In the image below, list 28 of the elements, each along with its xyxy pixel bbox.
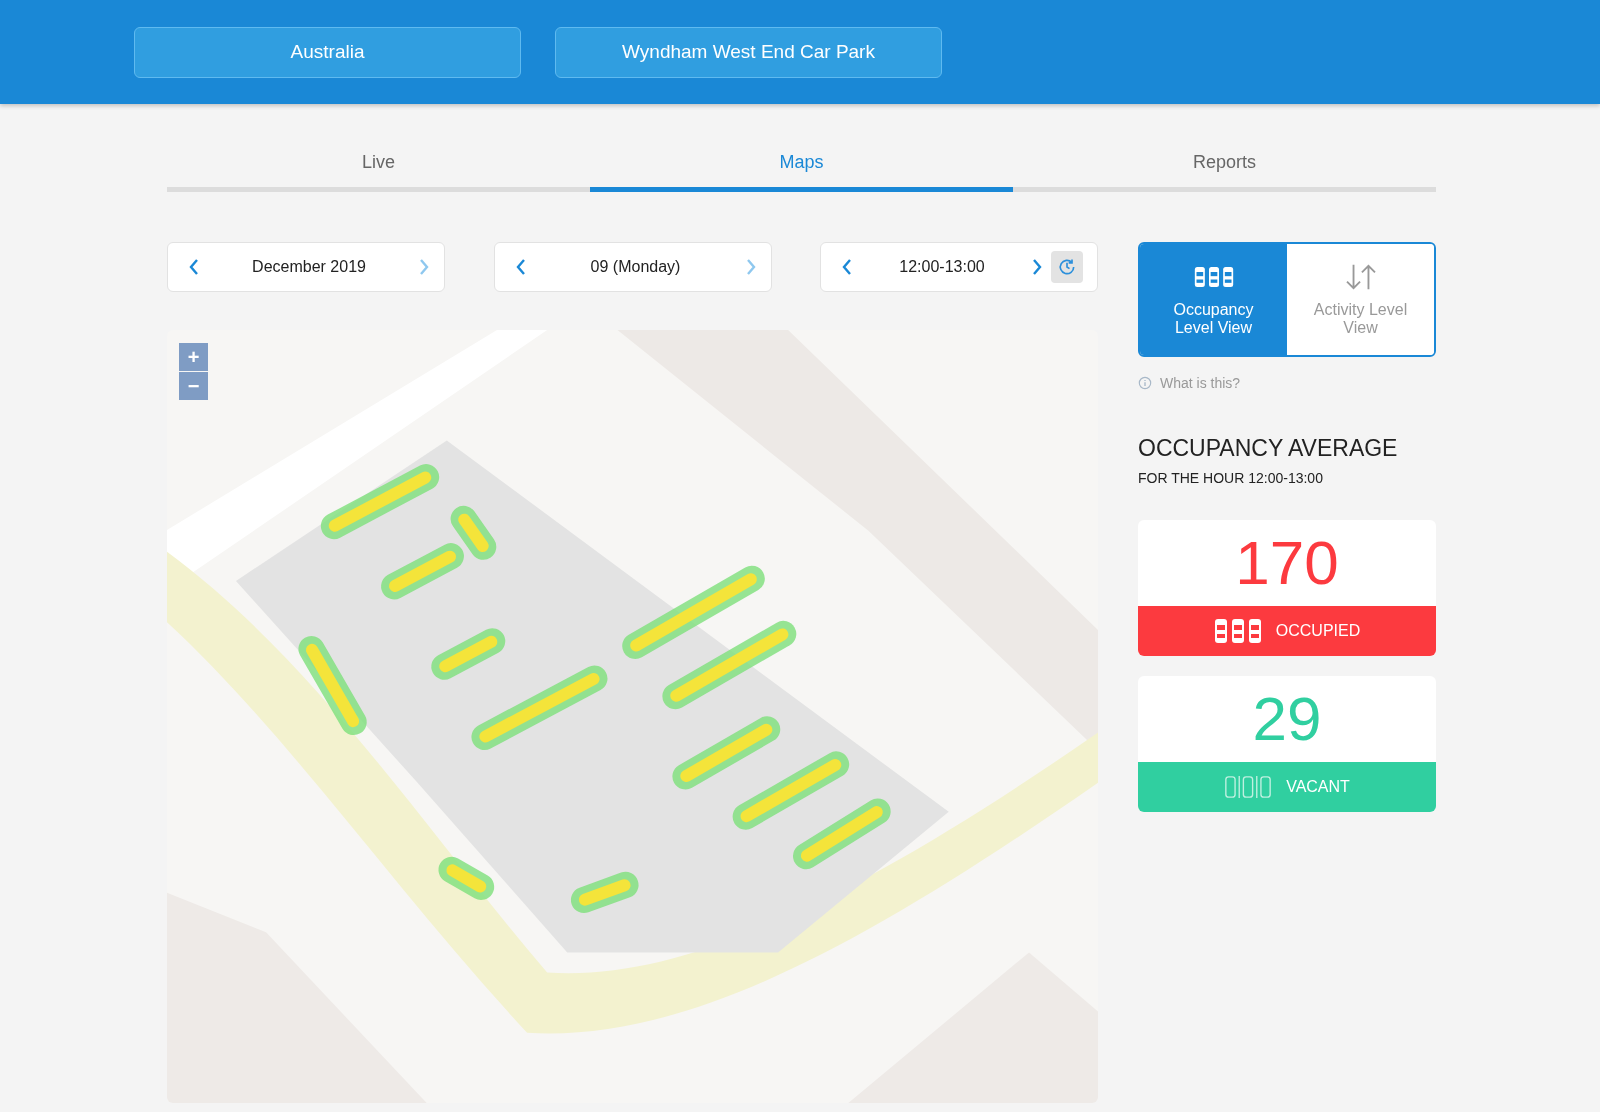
stat-label: OCCUPIED: [1275, 622, 1361, 640]
stat-value: 29: [1251, 683, 1323, 755]
zoom-in-button[interactable]: +: [179, 343, 208, 371]
help-link[interactable]: What is this?: [1138, 375, 1436, 391]
view-option[interactable]: Occupancy Level View: [1140, 244, 1287, 355]
clock-button[interactable]: [1051, 251, 1083, 283]
stat-label: VACANT: [1286, 778, 1350, 796]
tab[interactable]: Maps: [590, 144, 1013, 192]
picker-value: 12:00-13:00: [898, 258, 986, 276]
tab[interactable]: Reports: [1013, 144, 1436, 192]
chevron-right-icon[interactable]: [1031, 257, 1043, 277]
cars-icon: [1213, 618, 1262, 644]
chevron-left-icon[interactable]: [514, 257, 527, 277]
empty-bays-icon: [1224, 774, 1273, 800]
picker-value: December 2019: [251, 258, 367, 276]
picker-value: 09 (Monday): [589, 258, 682, 276]
zoom-out-button[interactable]: −: [179, 372, 208, 400]
stat-value: 170: [1234, 527, 1340, 599]
summary-title: OCCUPANCY AVERAGE: [1138, 435, 1399, 462]
location-selector[interactable]: Australia: [134, 26, 521, 78]
chevron-left-icon[interactable]: [188, 257, 200, 277]
info-icon: [1138, 376, 1152, 390]
summary-subtitle: FOR THE HOUR 12:00-13:00: [1138, 470, 1324, 486]
chevron-left-icon[interactable]: [841, 257, 853, 277]
view-option[interactable]: Activity Level View: [1287, 244, 1434, 355]
location-selector[interactable]: Wyndham West End Car Park: [555, 26, 942, 78]
tab[interactable]: Live: [167, 144, 590, 192]
clock-icon: [1057, 257, 1077, 277]
